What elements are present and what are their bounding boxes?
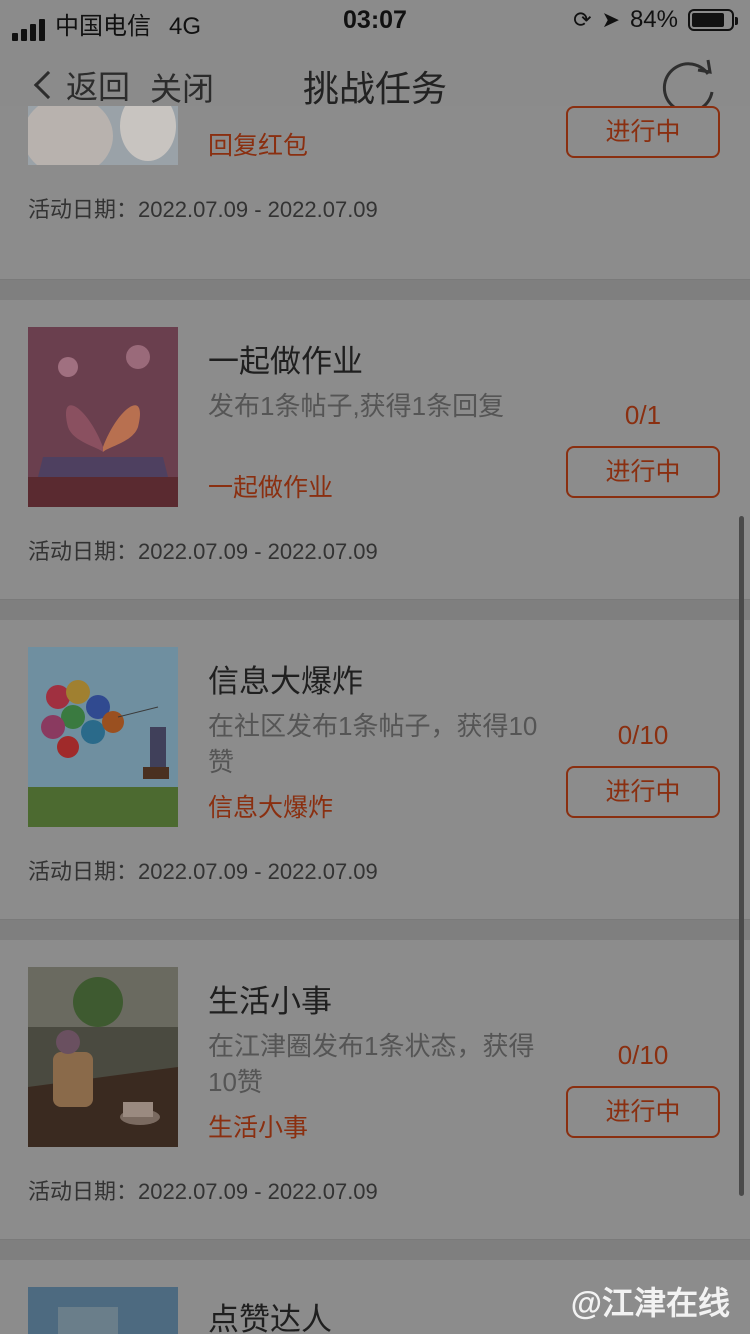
task-card[interactable]: 回复红包 进行中 活动日期：2022.07.09 - 2022.07.09 [0, 106, 750, 280]
task-progress: 0/10 [617, 1040, 669, 1070]
location-icon: ➤ [601, 7, 620, 32]
card-separator [0, 280, 750, 300]
date-label: 活动日期： [28, 539, 139, 564]
task-progress: 0/10 [617, 720, 669, 750]
date-range: 2022.07.09 - 2022.07.09 [138, 539, 378, 564]
battery-icon [688, 9, 738, 31]
status-bar: 中国电信 4G 03:07 ⟳ ➤ 84% [0, 0, 750, 41]
task-date: 活动日期：2022.07.09 - 2022.07.09 [28, 192, 378, 224]
task-thumbnail [28, 106, 178, 165]
task-date: 活动日期：2022.07.09 - 2022.07.09 [28, 854, 378, 886]
card-separator [0, 600, 750, 620]
date-range: 2022.07.09 - 2022.07.09 [138, 197, 378, 222]
task-status-button[interactable]: 进行中 [566, 106, 720, 158]
screen: 中国电信 4G 03:07 ⟳ ➤ 84% 返回 关闭 挑战任务 回复红包 进行… [0, 0, 750, 1334]
task-card[interactable]: 生活小事 在江津圈发布1条状态，获得10赞 生活小事 0/10 进行中 活动日期… [0, 940, 750, 1240]
date-label: 活动日期： [28, 1179, 139, 1204]
task-description: 在江津圈发布1条状态，获得10赞 [208, 1031, 535, 1097]
rotation-lock-icon: ⟳ [573, 7, 592, 32]
task-card[interactable]: 一起做作业 发布1条帖子,获得1条回复 一起做作业 0/1 进行中 活动日期：2… [0, 300, 750, 600]
date-label: 活动日期： [28, 859, 139, 884]
task-date: 活动日期：2022.07.09 - 2022.07.09 [28, 534, 378, 566]
task-description: 在社区发布1条帖子，获得10赞 [208, 711, 538, 777]
task-progress: 0/1 [624, 400, 662, 430]
card-separator [0, 1240, 750, 1260]
task-status-button[interactable]: 进行中 [566, 446, 720, 498]
task-name: 信息大爆炸 [208, 664, 363, 699]
date-range: 2022.07.09 - 2022.07.09 [138, 859, 378, 884]
task-tag: 一起做作业 [208, 474, 334, 502]
task-date: 活动日期：2022.07.09 - 2022.07.09 [28, 1174, 378, 1206]
battery-percent: 84% [629, 6, 678, 33]
task-status-button[interactable]: 进行中 [566, 1086, 720, 1138]
card-separator [0, 920, 750, 940]
task-status-button[interactable]: 进行中 [566, 766, 720, 818]
task-thumbnail [28, 647, 178, 827]
task-tag: 生活小事 [208, 1114, 309, 1142]
status-right: ⟳ ➤ 84% [573, 6, 738, 34]
date-label: 活动日期： [28, 197, 139, 222]
task-name: 点赞达人 [208, 1302, 332, 1334]
task-card[interactable]: 信息大爆炸 在社区发布1条帖子，获得10赞 信息大爆炸 0/10 进行中 活动日… [0, 620, 750, 920]
task-name: 生活小事 [208, 984, 332, 1019]
task-thumbnail [28, 1287, 178, 1334]
scrollbar[interactable] [739, 516, 744, 1196]
date-range: 2022.07.09 - 2022.07.09 [138, 1179, 378, 1204]
task-name: 一起做作业 [208, 344, 363, 379]
task-description: 发布1条帖子,获得1条回复 [208, 391, 505, 421]
task-tag: 回复红包 [208, 132, 309, 160]
page-title: 挑战任务 [302, 68, 447, 109]
task-tag: 信息大爆炸 [208, 794, 334, 822]
task-thumbnail [28, 327, 178, 507]
task-thumbnail [28, 967, 178, 1147]
watermark: @江津在线 [570, 1285, 730, 1321]
